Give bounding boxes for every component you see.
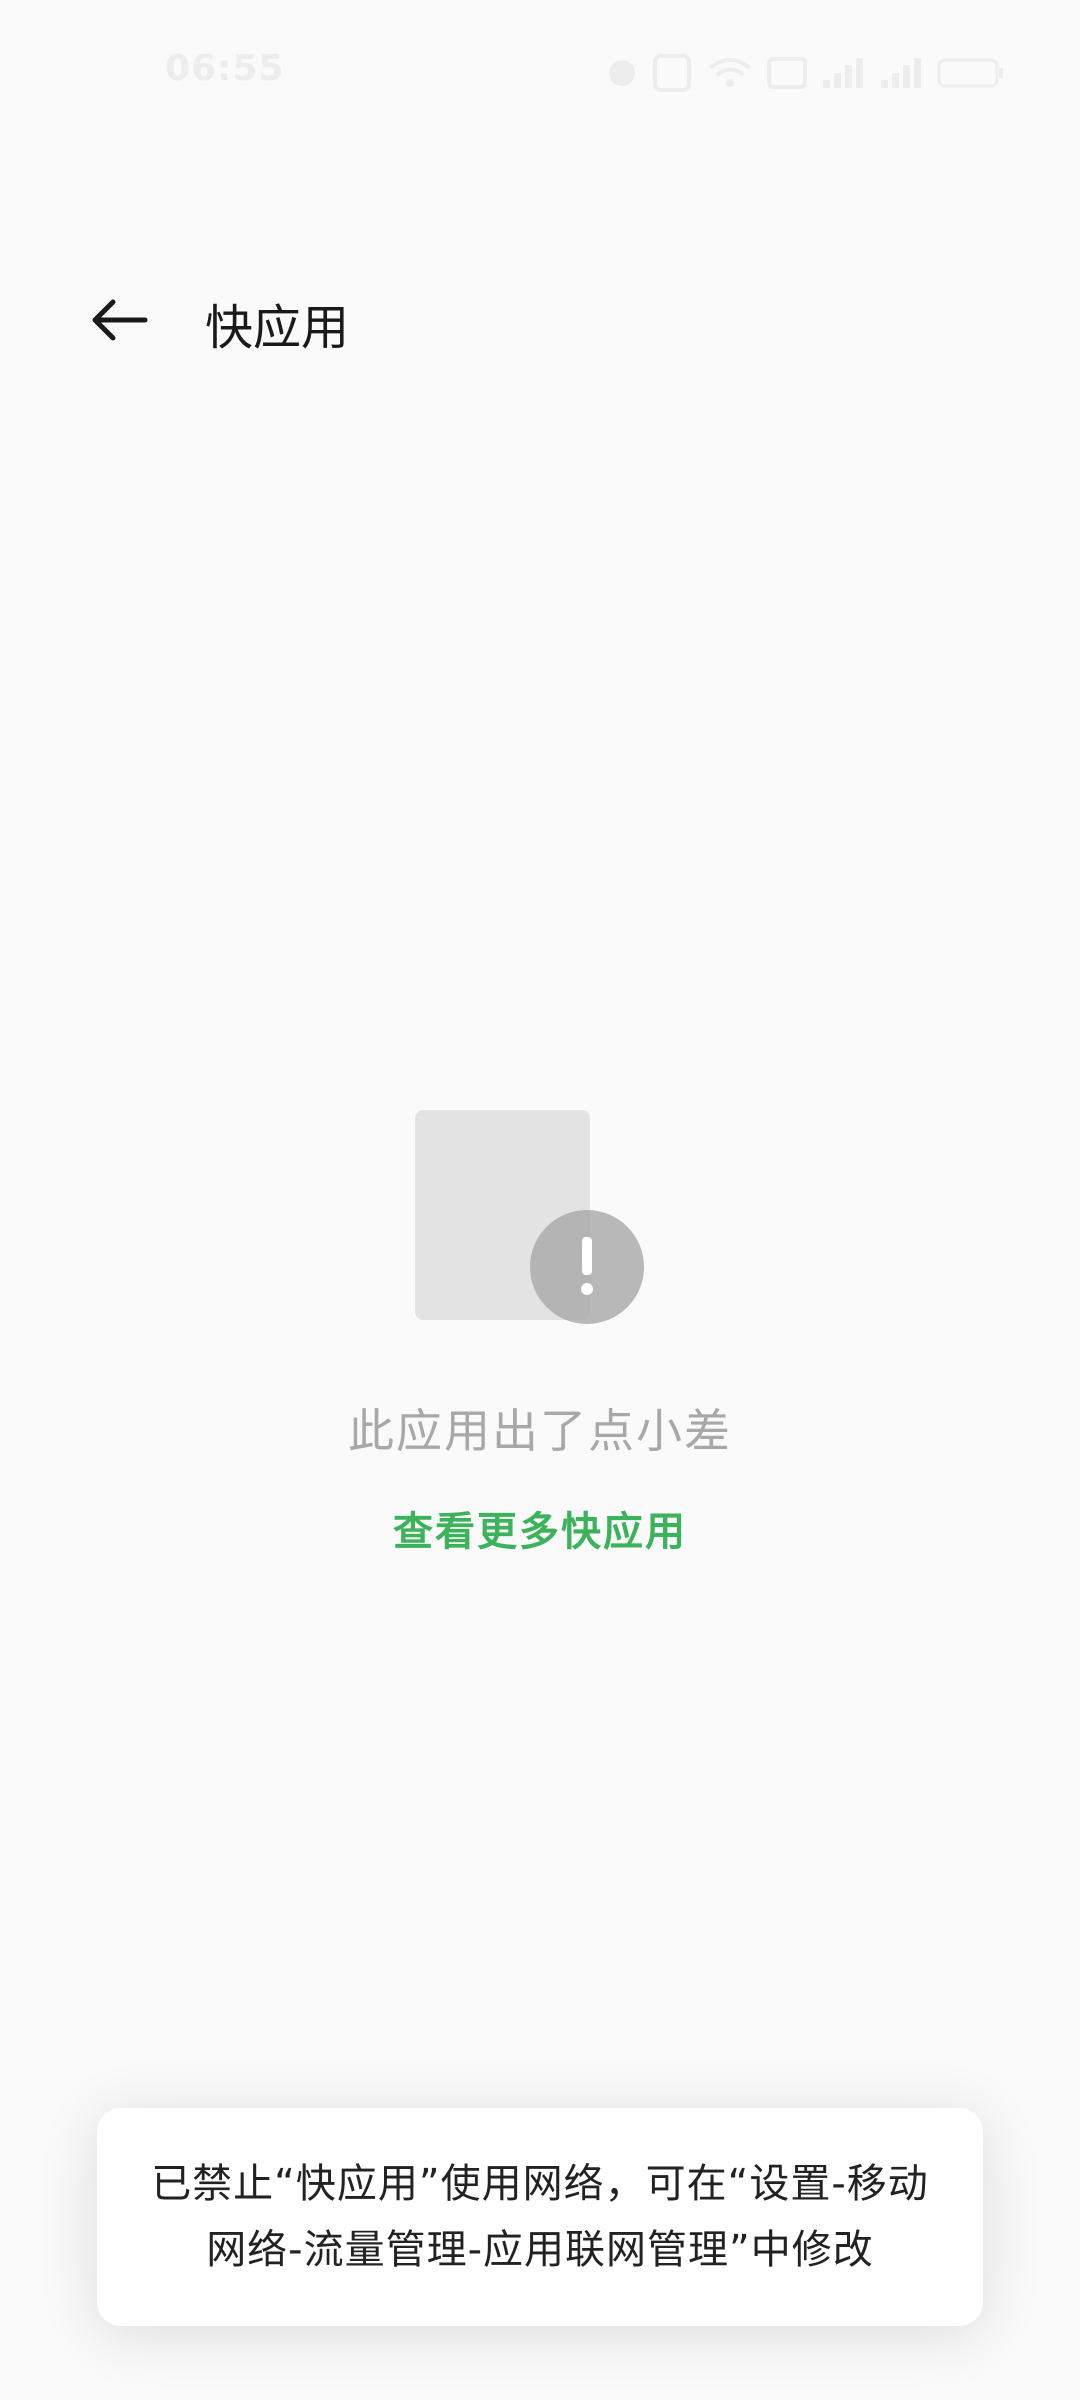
error-message: 此应用出了点小差 [348,1404,732,1458]
signal-icon [823,58,863,88]
status-time: 06:55 [165,48,285,89]
back-button[interactable] [80,280,160,360]
nfc-icon [653,54,691,92]
battery-icon [937,58,1003,88]
exclamation-icon [530,1210,644,1324]
error-illustration [415,1110,645,1325]
page-title: 快应用 [205,300,350,356]
app-header: 快应用 [0,270,1080,370]
network-type-icon [767,57,807,89]
location-icon [609,60,635,86]
screen: 06:55 快应用 此应用出了点小差 查看更多快应用 已禁止“快应用”使用网络，… [0,0,1080,2400]
toast-line-2: 网络-流量管理-应用联网管理”中修改 [206,2227,874,2273]
toast-line-1: 已禁止“快应用”使用网络，可在“设置-移动 [151,2161,929,2207]
status-bar: 06:55 [0,0,1080,140]
error-state: 此应用出了点小差 查看更多快应用 [0,1110,1080,1557]
back-arrow-icon [92,299,148,341]
wifi-icon [708,58,752,87]
view-more-quick-apps-link[interactable]: 查看更多快应用 [393,1499,687,1557]
status-icons [607,52,1005,94]
signal-icon [881,58,921,88]
toast-message: 已禁止“快应用”使用网络，可在“设置-移动 网络-流量管理-应用联网管理”中修改 [111,2151,969,2283]
toast-notification: 已禁止“快应用”使用网络，可在“设置-移动 网络-流量管理-应用联网管理”中修改 [97,2108,983,2326]
